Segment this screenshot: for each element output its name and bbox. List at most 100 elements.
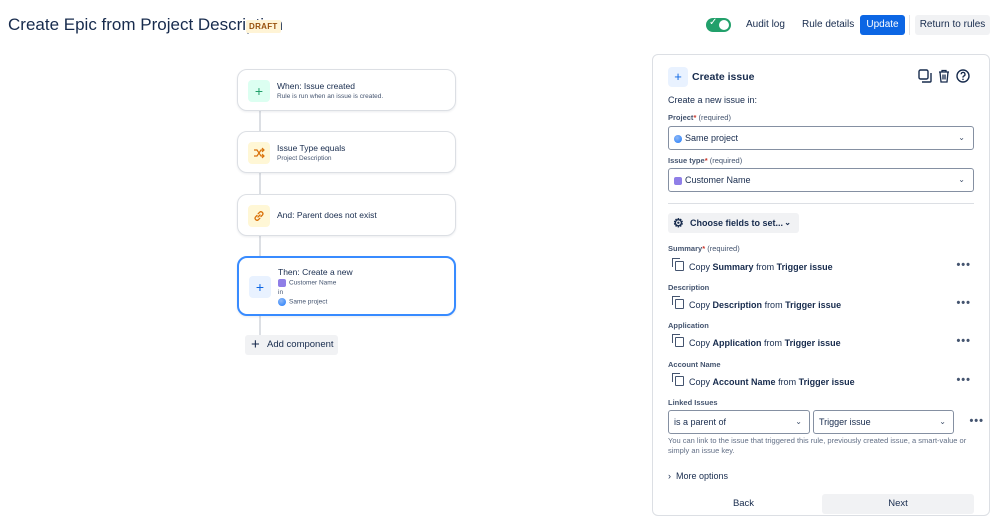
chevron-down-icon: ⌄	[939, 417, 946, 426]
copy-word: Copy	[689, 300, 711, 310]
toggle-knob	[719, 20, 729, 30]
node-project: Same project	[278, 298, 327, 306]
more-actions-icon[interactable]: •••	[956, 259, 971, 271]
required-text: (required)	[709, 156, 743, 165]
check-icon: ✓	[709, 17, 718, 28]
create-issue-panel: + Create issue Create a new issue in: Pr…	[652, 54, 990, 516]
issue-type-field-label: Issue type* (required)	[668, 156, 742, 165]
source-name: Trigger issue	[798, 377, 855, 387]
action-node[interactable]: + Then: Create a new Customer Name in Sa…	[237, 256, 456, 316]
label-text: Project	[668, 113, 694, 122]
node-issue-type: Customer Name	[278, 279, 336, 287]
application-field-label: Application	[668, 321, 709, 330]
issue-type-value: Customer Name	[685, 175, 751, 185]
account-name-field-label: Account Name	[668, 360, 721, 369]
label-text: Issue type	[668, 156, 705, 165]
return-to-rules-button[interactable]: Return to rules	[915, 15, 990, 35]
shuffle-icon	[248, 142, 270, 164]
chevron-down-icon: ⌄	[784, 218, 791, 227]
project-value: Same project	[685, 133, 739, 143]
project-select[interactable]: Same project ⌄	[668, 126, 974, 150]
node-title: Issue Type equals	[277, 143, 346, 153]
chevron-right-icon: ›	[668, 471, 671, 481]
next-button[interactable]: Next	[822, 494, 974, 514]
condition-node[interactable]: And: Parent does not exist	[237, 194, 456, 236]
linked-issues-label: Linked Issues	[668, 398, 718, 407]
issue-type-label: Customer Name	[289, 279, 337, 287]
panel-subtitle: Create a new issue in:	[668, 95, 758, 105]
more-options-toggle[interactable]: › More options	[668, 471, 728, 481]
description-copy-value[interactable]: Copy Description from Trigger issue	[672, 296, 841, 310]
plus-icon: +	[251, 336, 260, 353]
label-text: Summary	[668, 244, 703, 253]
account-name-copy-value[interactable]: Copy Account Name from Trigger issue	[672, 373, 855, 387]
copy-icon	[672, 258, 684, 271]
description-field-label: Description	[668, 283, 710, 292]
from-word: from	[778, 377, 797, 387]
more-actions-icon[interactable]: •••	[956, 335, 971, 347]
back-button[interactable]: Back	[668, 494, 819, 514]
copy-word: Copy	[689, 262, 711, 272]
help-icon[interactable]	[956, 69, 970, 86]
rule-details-button[interactable]: Rule details	[796, 15, 860, 35]
divider	[668, 203, 974, 204]
required-star: *	[704, 156, 708, 165]
field-name: Description	[712, 300, 763, 310]
more-options-label: More options	[676, 471, 729, 481]
more-actions-icon[interactable]: •••	[956, 297, 971, 309]
link-type-select[interactable]: is a parent of ⌄	[668, 410, 810, 434]
node-subtitle: Rule is run when an issue is created.	[277, 93, 384, 100]
trigger-node[interactable]: + When: Issue created Rule is run when a…	[237, 69, 456, 111]
add-component-label: Add component	[267, 339, 334, 350]
link-target-value: Trigger issue	[819, 417, 871, 427]
issue-type-select[interactable]: Customer Name ⌄	[668, 168, 974, 192]
from-word: from	[764, 300, 783, 310]
required-star: *	[702, 244, 706, 253]
link-type-value: is a parent of	[674, 417, 727, 427]
node-in-label: in	[278, 289, 284, 296]
summary-field-label: Summary* (required)	[668, 244, 740, 253]
plus-icon: +	[668, 67, 688, 87]
chevron-down-icon: ⌄	[958, 133, 965, 142]
copy-word: Copy	[689, 377, 711, 387]
field-name: Account Name	[712, 377, 776, 387]
node-title: And: Parent does not exist	[277, 210, 377, 220]
copy-icon	[672, 373, 684, 386]
more-actions-icon[interactable]: •••	[956, 374, 971, 386]
chevron-down-icon: ⌄	[958, 175, 965, 184]
copy-word: Copy	[689, 338, 711, 348]
project-icon	[278, 298, 286, 306]
more-actions-icon[interactable]: •••	[969, 415, 984, 427]
application-copy-value[interactable]: Copy Application from Trigger issue	[672, 334, 841, 348]
header-divider	[909, 15, 910, 35]
choose-fields-button[interactable]: ⚙ Choose fields to set... ⌄	[668, 213, 799, 233]
field-name: Summary	[712, 262, 754, 272]
audit-log-button[interactable]: Audit log	[740, 15, 791, 35]
duplicate-icon[interactable]	[918, 69, 932, 86]
issue-type-icon	[674, 176, 682, 185]
linked-issues-help: You can link to the issue that triggered…	[668, 436, 967, 455]
plus-icon: +	[248, 80, 270, 102]
update-button[interactable]: Update	[860, 15, 905, 35]
page-title: Create Epic from Project Description	[8, 15, 283, 34]
gear-icon: ⚙	[673, 216, 684, 230]
project-label: Same project	[289, 298, 328, 306]
node-title: Then: Create a new	[278, 267, 353, 277]
add-component-button[interactable]: + Add component	[245, 335, 338, 355]
required-star: *	[693, 113, 697, 122]
condition-node[interactable]: Issue Type equals Project Description	[237, 131, 456, 173]
required-text: (required)	[698, 113, 731, 122]
field-name: Application	[712, 338, 762, 348]
header: Create Epic from Project Description DRA…	[0, 0, 999, 50]
panel-title: Create issue	[692, 71, 755, 83]
link-target-select[interactable]: Trigger issue ⌄	[813, 410, 954, 434]
summary-copy-value[interactable]: Copy Summary from Trigger issue	[672, 258, 833, 272]
issue-type-icon	[278, 279, 286, 287]
rule-enabled-toggle[interactable]: ✓	[706, 17, 731, 32]
status-badge: DRAFT	[246, 20, 281, 33]
copy-icon	[672, 334, 684, 347]
node-subtitle: Project Description	[277, 155, 332, 162]
source-name: Trigger issue	[784, 338, 841, 348]
source-name: Trigger issue	[776, 262, 833, 272]
trash-icon[interactable]	[937, 69, 951, 86]
